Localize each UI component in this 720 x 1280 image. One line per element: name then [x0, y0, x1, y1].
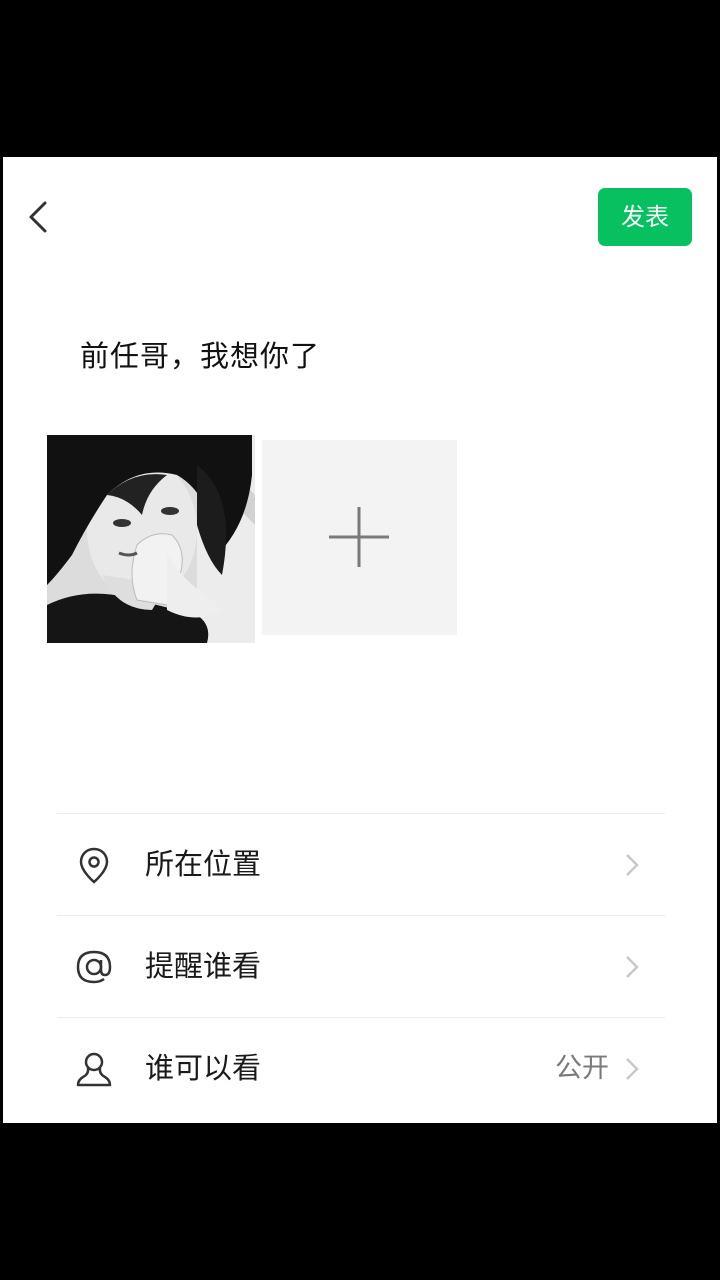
- location-row[interactable]: 所在位置: [57, 813, 665, 915]
- person-icon: [76, 1052, 112, 1087]
- back-button[interactable]: [23, 197, 59, 237]
- visibility-row[interactable]: 谁可以看 公开: [57, 1017, 665, 1119]
- chevron-right-icon: [626, 1058, 639, 1080]
- mention-label: 提醒谁看: [145, 949, 262, 983]
- visibility-label: 谁可以看: [145, 1051, 262, 1085]
- photo-image: [47, 435, 255, 643]
- at-sign-icon: [76, 950, 112, 984]
- post-text[interactable]: 前任哥，我想你了: [80, 333, 320, 375]
- mention-row[interactable]: 提醒谁看: [57, 915, 665, 1017]
- photo-thumbnail[interactable]: [47, 435, 255, 643]
- plus-icon: [329, 507, 389, 567]
- chevron-right-icon: [626, 854, 639, 876]
- location-pin-icon: [79, 847, 109, 884]
- visibility-value: 公开: [555, 1053, 609, 1084]
- compose-moment-screen: 发表 前任哥，我想你了 所在位置 提醒谁看 谁可以看 公开: [3, 157, 717, 1123]
- chevron-left-icon: [29, 201, 47, 233]
- options-list: 所在位置 提醒谁看 谁可以看 公开: [57, 813, 665, 1119]
- location-label: 所在位置: [145, 847, 262, 881]
- chevron-right-icon: [626, 956, 639, 978]
- add-photo-button[interactable]: [262, 440, 457, 635]
- publish-button[interactable]: 发表: [598, 188, 692, 246]
